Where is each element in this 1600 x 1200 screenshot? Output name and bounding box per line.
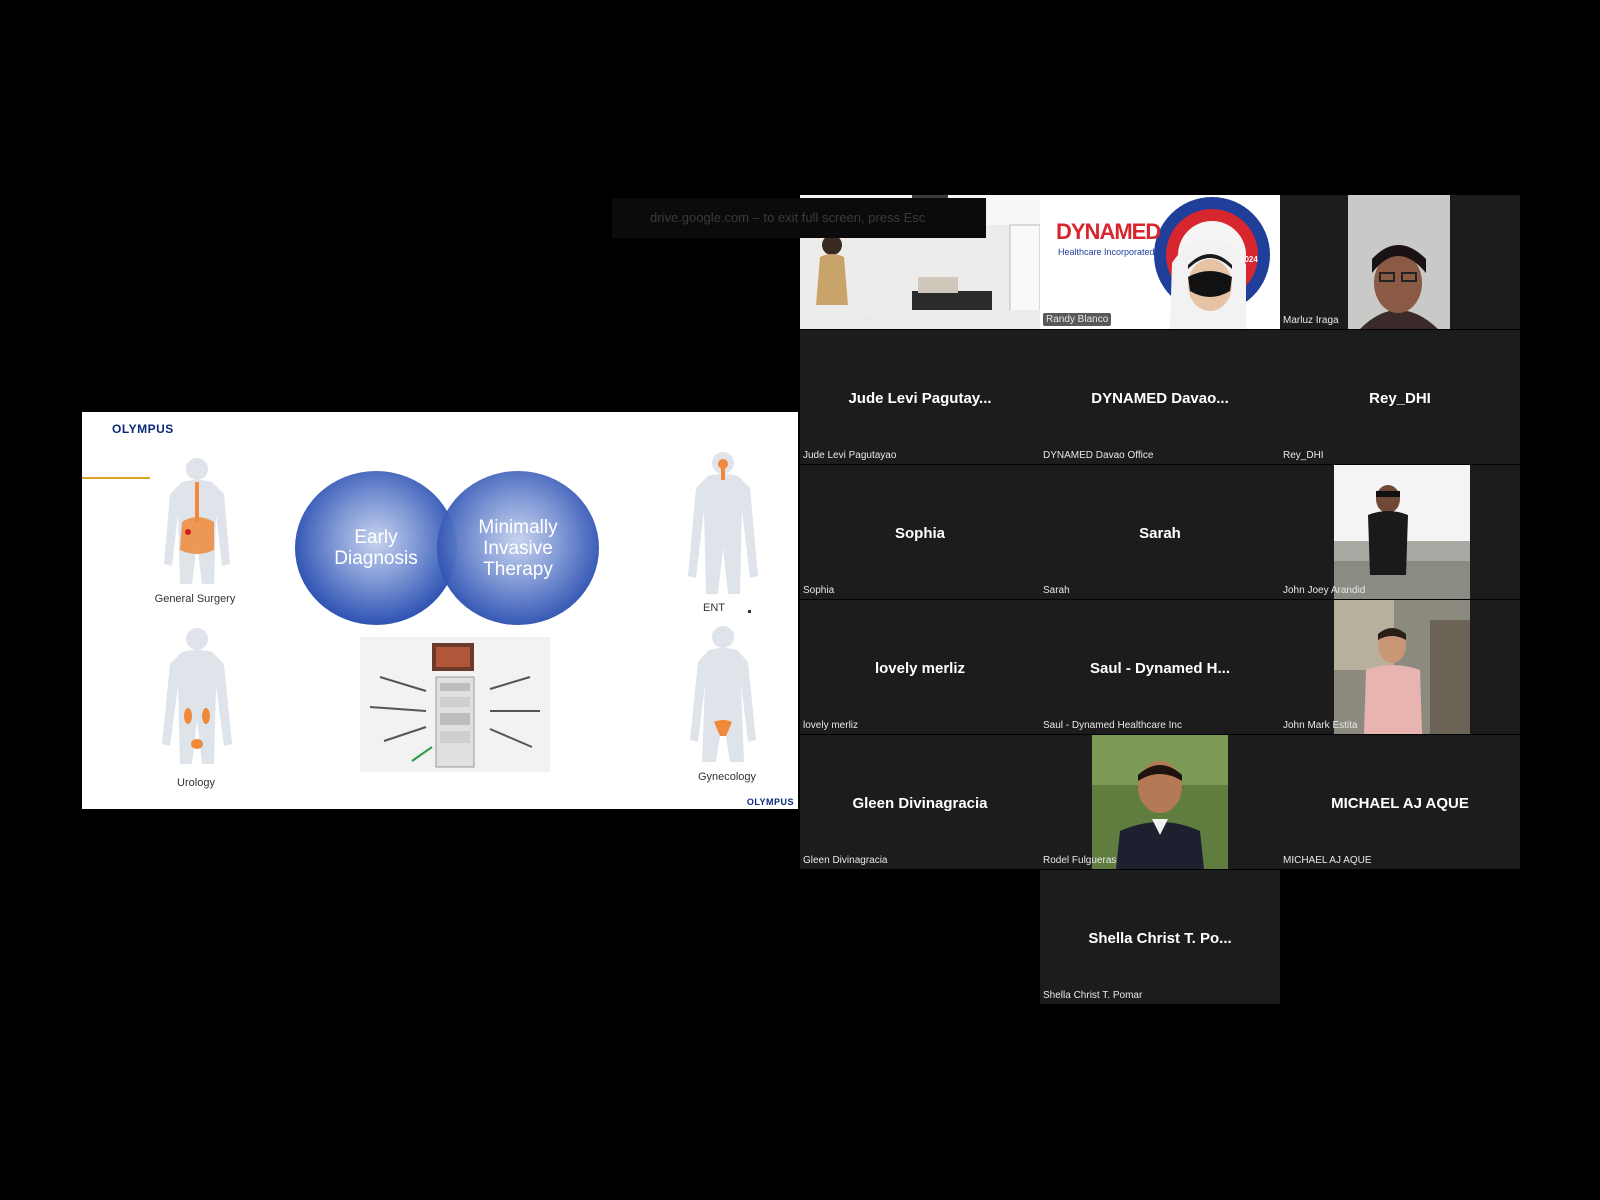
badge-year: 2024 bbox=[1240, 255, 1258, 264]
participant-tile[interactable]: Jude Levi Pagutay... Jude Levi Pagutayao bbox=[800, 330, 1040, 464]
participant-display-name: Sarah bbox=[1139, 525, 1181, 542]
participant-name: John Joey Arandid bbox=[1283, 585, 1366, 596]
participant-display-name: DYNAMED Davao... bbox=[1091, 390, 1229, 407]
participant-tile[interactable]: Gleen Divinagracia Gleen Divinagracia bbox=[800, 735, 1040, 869]
participant-display-name: Saul - Dynamed H... bbox=[1089, 660, 1231, 677]
participant-video bbox=[1280, 600, 1520, 734]
participant-display-name: Jude Levi Pagutay... bbox=[848, 390, 992, 407]
participant-name: Shella Christ T. Pomar bbox=[1043, 990, 1143, 1001]
participant-name: Sarah bbox=[1043, 585, 1070, 596]
participant-tile[interactable]: John Joey Arandid bbox=[1280, 465, 1520, 599]
participant-video bbox=[1040, 735, 1280, 869]
accent-line bbox=[82, 477, 150, 479]
general-surgery-figure bbox=[164, 458, 230, 584]
participant-name: MICHAEL AJ AQUE bbox=[1283, 855, 1372, 866]
participant-name: Randy Blanco bbox=[1043, 313, 1112, 326]
participant-tile[interactable]: Saul - Dynamed H... Saul - Dynamed Healt… bbox=[1040, 600, 1280, 734]
participant-name: Dynamed Healthcare bbox=[803, 315, 897, 326]
participant-tile[interactable]: DYNAMED Davao... DYNAMED Davao Office bbox=[1040, 330, 1280, 464]
urology-figure bbox=[162, 628, 232, 764]
participant-tile[interactable]: Rey_DHI Rey_DHI bbox=[1280, 330, 1520, 464]
participant-display-name: Rey_DHI bbox=[1369, 390, 1431, 407]
participant-name: Sophia bbox=[803, 585, 835, 596]
participant-tile[interactable]: Shella Christ T. Po... Shella Christ T. … bbox=[1040, 870, 1280, 1004]
participant-name: John Mark Estita bbox=[1283, 720, 1358, 731]
participant-name: DYNAMED Davao Office bbox=[1043, 450, 1154, 461]
olympus-logo-bottom: OLYMPUS bbox=[746, 797, 794, 807]
participant-display-name: MICHAEL AJ AQUE bbox=[1331, 795, 1469, 812]
olympus-logo: OLYMPUS bbox=[112, 422, 174, 436]
participant-video bbox=[1280, 465, 1520, 599]
participant-name: Rodel Fulgueras bbox=[1043, 855, 1117, 866]
minimally-invasive-therapy-circle: Minimally Invasive Therapy bbox=[437, 471, 599, 625]
label-general-surgery: General Surgery bbox=[154, 593, 236, 605]
participant-tile[interactable]: Marluz Iraga bbox=[1280, 195, 1520, 329]
label-ent: ENT bbox=[703, 602, 725, 614]
share-screen-banner: drive.google.com – to exit full screen, … bbox=[612, 198, 986, 238]
participant-video bbox=[1280, 195, 1520, 329]
endoscopy-equipment-image bbox=[360, 637, 550, 772]
participant-name: Gleen Divinagracia bbox=[803, 855, 888, 866]
dynamed-brand-sub: Healthcare Incorporated bbox=[1058, 247, 1155, 257]
shared-slide: OLYMPUS General Surgery Urology Early Di… bbox=[82, 412, 798, 809]
mouse-cursor bbox=[748, 610, 751, 613]
participant-name: Rey_DHI bbox=[1283, 450, 1324, 461]
participant-tile[interactable]: Sarah Sarah bbox=[1040, 465, 1280, 599]
early-diagnosis-circle: Early Diagnosis bbox=[295, 471, 457, 625]
participant-tile[interactable]: MICHAEL AJ AQUE MICHAEL AJ AQUE bbox=[1280, 735, 1520, 869]
ent-figure bbox=[688, 452, 758, 594]
participant-name: lovely merliz bbox=[803, 720, 859, 731]
participant-tile[interactable]: lovely merliz lovely merliz bbox=[800, 600, 1040, 734]
participant-name: Saul - Dynamed Healthcare Inc bbox=[1043, 720, 1182, 731]
participant-name: Marluz Iraga bbox=[1283, 315, 1339, 326]
participant-display-name: Sophia bbox=[894, 525, 945, 542]
participant-display-name: lovely merliz bbox=[874, 660, 966, 677]
participant-name: Jude Levi Pagutayao bbox=[803, 450, 897, 461]
participant-tile[interactable]: Sophia Sophia bbox=[800, 465, 1040, 599]
participant-tile[interactable]: Rodel Fulgueras bbox=[1040, 735, 1280, 869]
participant-tile[interactable]: DYNAMED Healthcare Incorporated 2024 Ran… bbox=[1040, 195, 1280, 329]
participant-tile[interactable]: John Mark Estita bbox=[1280, 600, 1520, 734]
label-gynecology: Gynecology bbox=[697, 771, 757, 783]
gynecology-figure bbox=[690, 626, 756, 762]
participant-display-name: Shella Christ T. Po... bbox=[1088, 930, 1232, 947]
label-urology: Urology bbox=[177, 777, 215, 789]
dynamed-brand: DYNAMED bbox=[1056, 219, 1161, 244]
participant-display-name: Gleen Divinagracia bbox=[852, 795, 988, 812]
